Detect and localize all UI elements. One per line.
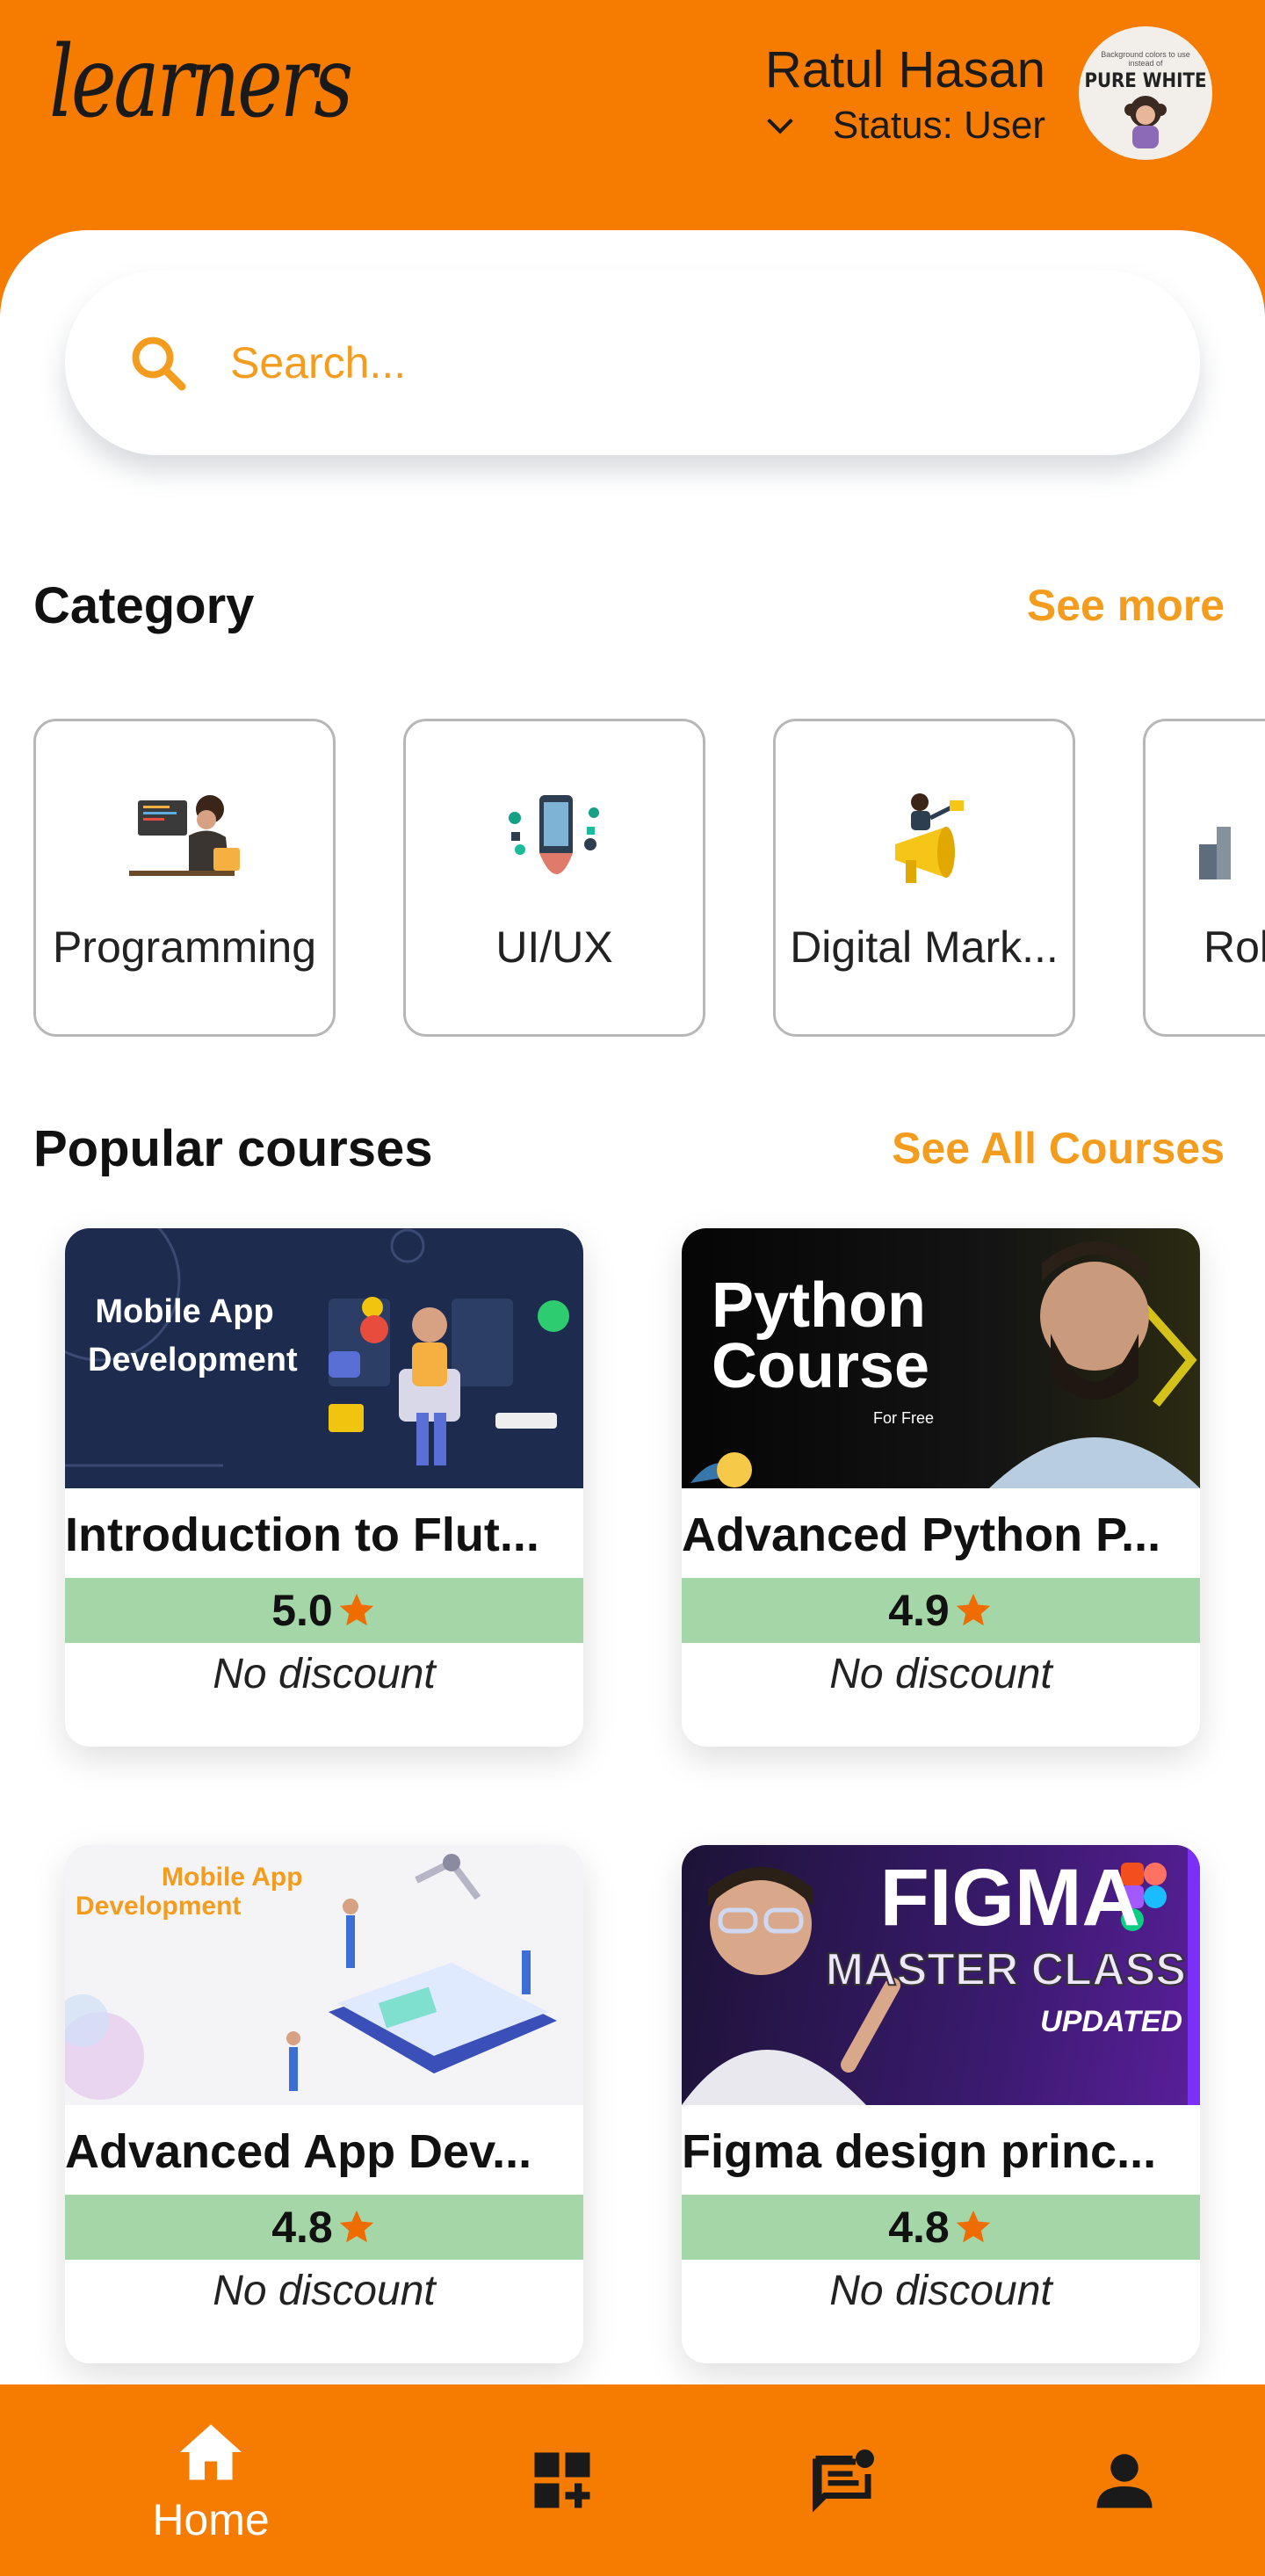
course-thumbnail: Mobile App Development [65, 1845, 583, 2105]
category-item-programming[interactable]: Programming [33, 719, 336, 1037]
search-input[interactable] [230, 337, 1021, 388]
nav-profile[interactable] [1081, 2384, 1168, 2576]
person-icon [1096, 2454, 1153, 2508]
phone-design-illustration-icon [509, 795, 599, 874]
thumb-text: UPDATED [1040, 2005, 1182, 2038]
discount-text: No discount [213, 1651, 436, 1697]
thumb-text: Development [76, 1892, 242, 1921]
discount-text: No discount [213, 2268, 436, 2314]
avatar-figure-icon [1124, 95, 1167, 148]
course-title: Figma design princ... [682, 2125, 1157, 2178]
rating-bar: 4.9 [682, 1578, 1200, 1643]
star-icon [956, 1593, 990, 1626]
main-panel: Category See more Programming [0, 230, 1265, 2384]
rating-bar: 4.8 [682, 2195, 1200, 2260]
discount-text: No discount [829, 2268, 1052, 2314]
thumb-text: MASTER CLASS [825, 1944, 1187, 1995]
course-card[interactable]: Mobile App Development Advanced App Dev.… [65, 1845, 583, 2363]
category-item-digital-marketing[interactable]: Digital Mark... [773, 719, 1075, 1037]
star-icon [339, 2210, 373, 2243]
see-more-link[interactable]: See more [1027, 580, 1225, 631]
thumb-text: Mobile App [95, 1293, 274, 1330]
thumb-text: For Free [873, 1409, 935, 1427]
thumb-text: FIGMA [879, 1853, 1140, 1943]
rating-value: 4.8 [888, 2203, 950, 2252]
course-thumbnail: Mobile App Development [65, 1228, 583, 1488]
nav-home-label: Home [152, 2495, 270, 2544]
category-title: Category [33, 577, 255, 634]
nav-messages[interactable] [799, 2384, 887, 2576]
megaphone-illustration-icon [895, 793, 964, 883]
user-status-row[interactable]: Status: User [763, 104, 1045, 148]
category-label: Rob [1204, 923, 1265, 972]
app-logo: learners [49, 25, 353, 140]
robot-illustration-icon [1199, 827, 1231, 879]
popular-courses-title: Popular courses [33, 1120, 433, 1177]
category-label: Digital Mark... [790, 923, 1059, 972]
thumb-text: Course [712, 1331, 930, 1402]
app-header: learners Ratul Hasan Status: User Backgr… [0, 0, 1265, 230]
grid-add-icon [534, 2452, 590, 2508]
nav-home[interactable]: Home [123, 2384, 299, 2576]
thumb-text: Mobile App [162, 1863, 303, 1892]
avatar-title: PURE WHITE [1084, 69, 1207, 92]
thumb-text: Development [88, 1342, 298, 1379]
avatar-caption: Background colors to use instead of [1101, 50, 1190, 68]
category-label: Programming [52, 923, 317, 972]
nav-categories[interactable] [518, 2384, 606, 2576]
user-status: Status: User [832, 104, 1045, 147]
chat-notification-icon [813, 2449, 874, 2513]
chevron-down-icon[interactable] [763, 108, 798, 143]
star-icon [339, 1593, 373, 1626]
rating-value: 4.8 [271, 2203, 333, 2252]
course-thumbnail: Python Course For Free [682, 1228, 1200, 1488]
star-icon [956, 2210, 990, 2243]
thumb-text: Python [712, 1270, 926, 1341]
category-item-ui-ux[interactable]: UI/UX [403, 719, 705, 1037]
avatar[interactable]: Background colors to use instead of PURE… [1079, 26, 1212, 160]
rating-value: 4.9 [888, 1586, 950, 1635]
course-title: Advanced Python P... [682, 1509, 1161, 1561]
course-title: Advanced App Dev... [65, 2125, 532, 2178]
category-item-robotics[interactable]: Rob [1143, 719, 1265, 1037]
bottom-navigation: Home [0, 2384, 1265, 2576]
search-bar[interactable] [65, 271, 1200, 455]
user-name: Ratul Hasan [764, 41, 1045, 98]
category-list: Programming UI/UX Digital Mark... Ro [33, 719, 1265, 1037]
course-card[interactable]: Python Course For Free Advanced Python P… [682, 1228, 1200, 1747]
course-thumbnail: FIGMA MASTER CLASS UPDATED [682, 1845, 1200, 2105]
search-icon [132, 336, 186, 391]
rating-bar: 4.8 [65, 2195, 583, 2260]
rating-bar: 5.0 [65, 1578, 583, 1643]
discount-text: No discount [829, 1651, 1052, 1697]
rating-value: 5.0 [271, 1586, 333, 1635]
home-icon [180, 2424, 242, 2480]
see-all-courses-link[interactable]: See All Courses [892, 1123, 1225, 1174]
course-card[interactable]: Mobile App Development Introduction to F… [65, 1228, 583, 1747]
programmer-illustration-icon [129, 795, 240, 876]
category-label: UI/UX [495, 923, 613, 972]
course-title: Introduction to Flut... [65, 1509, 539, 1561]
course-card[interactable]: FIGMA MASTER CLASS UPDATED Figma design … [682, 1845, 1200, 2363]
